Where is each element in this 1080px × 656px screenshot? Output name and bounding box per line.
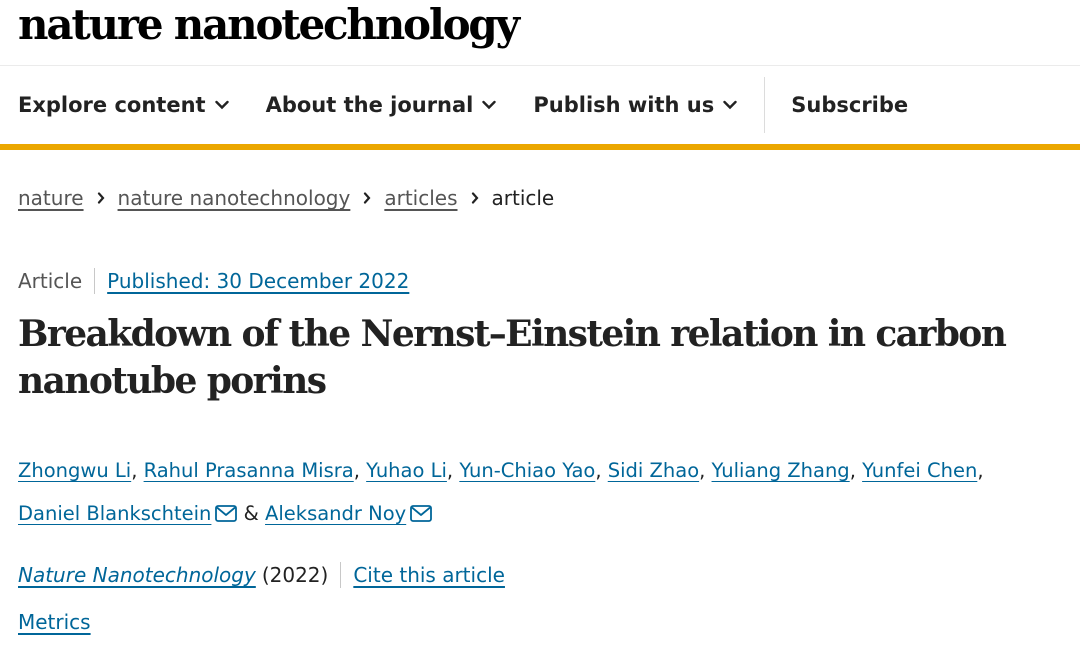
author-separator: ,: [849, 459, 863, 482]
journal-link[interactable]: Nature Nanotechnology: [18, 563, 256, 587]
author-link[interactable]: Zhongwu Li: [18, 459, 131, 482]
page: nature nanotechnology Explore content Ab…: [0, 0, 1080, 656]
envelope-icon[interactable]: [215, 505, 238, 522]
article-meta: Article Published: 30 December 2022: [18, 268, 409, 294]
article-type: Article: [18, 269, 83, 293]
author-link[interactable]: Yunfei Chen: [862, 459, 977, 482]
author-link[interactable]: Aleksandr Noy: [265, 502, 406, 525]
breadcrumb-nature-nanotechnology[interactable]: nature nanotechnology: [118, 186, 351, 210]
nav-explore-content[interactable]: Explore content: [18, 66, 229, 144]
main-nav: Explore content About the journal Publis…: [0, 66, 1080, 150]
author-link[interactable]: Yun-Chiao Yao: [459, 459, 595, 482]
breadcrumb-current: article: [491, 186, 555, 210]
subscribe-link[interactable]: Subscribe: [791, 66, 908, 144]
breadcrumb: nature nature nanotechnology articles ar…: [18, 186, 554, 210]
author-separator: ,: [353, 459, 367, 482]
author-separator: ,: [595, 459, 608, 482]
author-separator: ,: [699, 459, 712, 482]
breadcrumb-nature[interactable]: nature: [18, 186, 84, 210]
chevron-down-icon: [482, 100, 497, 110]
breadcrumb-articles[interactable]: articles: [384, 186, 457, 210]
author-joiner: &: [237, 502, 266, 525]
author-link[interactable]: Sidi Zhao: [608, 459, 699, 482]
meta-divider: [94, 268, 96, 294]
metrics-link[interactable]: Metrics: [18, 610, 91, 634]
nav-item-label: About the journal: [265, 93, 474, 117]
author-separator: ,: [131, 459, 144, 482]
author-link[interactable]: Yuliang Zhang: [712, 459, 850, 482]
chevron-down-icon: [723, 100, 737, 110]
nav-about-journal[interactable]: About the journal: [266, 66, 497, 144]
author-link[interactable]: Rahul Prasanna Misra: [144, 459, 354, 482]
nav-item-label: Publish with us: [533, 93, 715, 117]
chevron-right-icon: [97, 192, 105, 204]
published-date-link[interactable]: Published: 30 December 2022: [107, 269, 409, 293]
chevron-right-icon: [471, 192, 479, 204]
nav-publish-with-us[interactable]: Publish with us: [533, 66, 737, 144]
journal-logo[interactable]: nature nanotechnology: [18, 0, 520, 51]
publication-year: (2022): [261, 563, 329, 587]
metrics-row: Metrics: [18, 610, 91, 634]
chevron-right-icon: [363, 192, 371, 204]
article-title: Breakdown of the Nernst–Einstein relatio…: [18, 313, 1007, 402]
masthead: nature nanotechnology: [0, 0, 1080, 66]
citation-line: Nature Nanotechnology (2022) Cite this a…: [18, 562, 505, 588]
nav-divider: [764, 77, 766, 133]
author-separator: ,: [977, 459, 984, 482]
author-list: Zhongwu Li, Rahul Prasanna Misra, Yuhao …: [18, 449, 1068, 535]
chevron-down-icon: [214, 100, 229, 110]
meta-divider: [340, 562, 342, 588]
cite-article-link[interactable]: Cite this article: [353, 563, 505, 587]
envelope-icon[interactable]: [410, 505, 433, 522]
author-separator: ,: [446, 459, 460, 482]
author-link[interactable]: Daniel Blankschtein: [18, 502, 211, 525]
nav-item-label: Explore content: [18, 93, 206, 117]
author-link[interactable]: Yuhao Li: [366, 459, 447, 482]
